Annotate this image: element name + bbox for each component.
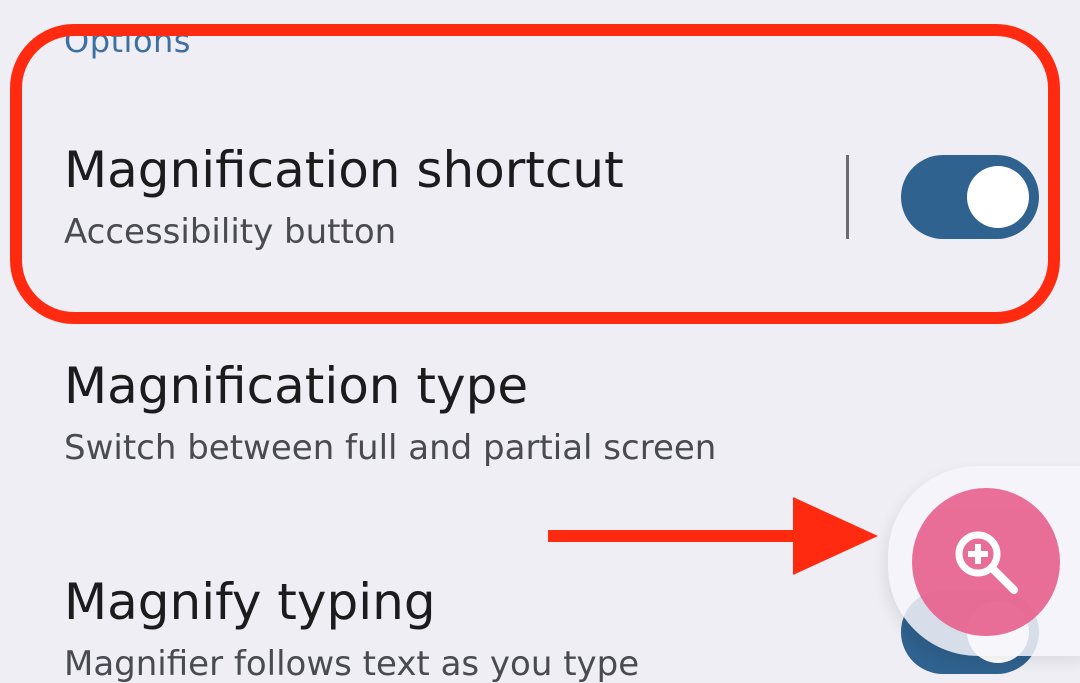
setting-magnification-type[interactable]: Magnification type Switch between full a… — [64, 356, 824, 470]
setting-magnification-shortcut[interactable]: Magnification shortcut Accessibility but… — [64, 140, 824, 254]
accessibility-magnify-button[interactable] — [912, 488, 1060, 636]
setting-subtitle: Switch between full and partial screen — [64, 428, 717, 468]
magnification-shortcut-toggle[interactable] — [901, 155, 1039, 239]
setting-title: Magnification shortcut — [64, 141, 624, 199]
vertical-divider — [846, 155, 849, 239]
setting-subtitle: Magnifier follows text as you type — [64, 644, 640, 683]
setting-title: Magnify typing — [64, 573, 436, 631]
setting-magnify-typing[interactable]: Magnify typing Magnifier follows text as… — [64, 572, 824, 683]
arrow-right-icon — [548, 497, 878, 575]
zoom-in-icon — [955, 531, 1018, 594]
section-header: Options — [64, 22, 191, 60]
toggle-knob — [967, 166, 1029, 228]
setting-title: Magnification type — [64, 357, 529, 415]
settings-page: Options Magnification shortcut Accessibi… — [0, 0, 1080, 683]
setting-subtitle: Accessibility button — [64, 212, 397, 252]
